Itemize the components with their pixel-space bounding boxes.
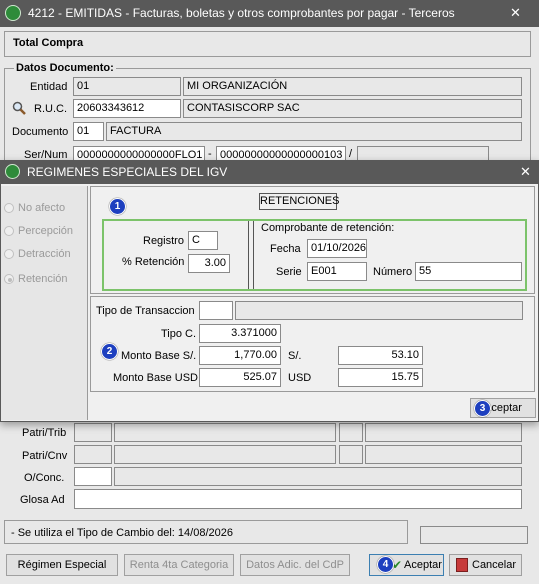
radio-retencion[interactable] (4, 274, 14, 284)
patri-cnv-label: Patri/Cnv (22, 450, 68, 462)
sernum-dash: - (208, 148, 212, 160)
serie-label: Serie (276, 266, 302, 278)
exit-icon (456, 558, 468, 572)
options-panel (1, 186, 88, 420)
soles-input[interactable]: 53.10 (338, 346, 423, 365)
patri-cnv-name-2 (365, 445, 522, 464)
documento-name-field: FACTURA (106, 122, 522, 141)
serie-retencion-input[interactable]: E001 (307, 262, 367, 281)
option-retencion[interactable]: Retención (4, 273, 84, 287)
regimen-especial-button[interactable]: Régimen Especial (6, 554, 118, 576)
usd-label: USD (288, 372, 312, 384)
total-compra-panel: Total Compra (4, 31, 531, 57)
renta-4ta-button[interactable]: Renta 4ta Categoria (124, 554, 234, 576)
patri-cnv-name (114, 445, 336, 464)
main-cancelar-button[interactable]: Cancelar (449, 554, 522, 576)
option-no-afecto-label: No afecto (18, 202, 66, 214)
dialog-title-bar[interactable]: REGIMENES ESPECIALES DEL IGV ✕ (0, 160, 539, 184)
entidad-label: Entidad (30, 81, 68, 93)
sernum-slash: / (349, 148, 353, 160)
total-compra-label: Total Compra (13, 37, 84, 49)
registro-divider (248, 221, 254, 289)
patri-cnv-code[interactable] (74, 445, 112, 464)
oconc-label: O/Conc. (24, 472, 65, 484)
main-window-title: 4212 - EMITIDAS - Facturas, boletas y ot… (28, 6, 455, 20)
fecha-label: Fecha (270, 243, 301, 255)
ruc-label: R.U.C. (34, 103, 67, 115)
option-percepcion-label: Percepción (18, 225, 74, 237)
patri-trib-label: Patri/Trib (22, 427, 67, 439)
option-detraccion-label: Detracción (18, 248, 71, 260)
tipo-transaccion-input[interactable] (199, 301, 233, 320)
monto-base-usd-input[interactable]: 525.07 (199, 368, 281, 387)
numero-retencion-input[interactable]: 55 (415, 262, 522, 281)
badge-4: 4 (377, 556, 394, 573)
status-panel: - Se utiliza el Tipo de Cambio del: 14/0… (4, 520, 408, 544)
status-extra-field (420, 526, 528, 544)
ruc-input[interactable]: 20603343612 (73, 99, 181, 118)
main-aceptar-label: Aceptar (404, 559, 442, 571)
retenciones-title: RETENCIONES (259, 193, 340, 210)
tipo-c-label: Tipo C. (161, 328, 197, 340)
retenciones-title-text: RETENCIONES (260, 195, 340, 207)
registro-input[interactable]: C (188, 231, 218, 250)
glosa-input[interactable] (74, 489, 522, 509)
dialog-logo-icon (5, 164, 20, 179)
monto-base-soles-label: Monto Base S/. (121, 350, 197, 362)
tipo-c-input[interactable]: 3.371000 (199, 324, 281, 343)
monto-base-usd-label: Monto Base USD (113, 372, 198, 384)
option-detraccion[interactable]: Detracción (4, 248, 84, 262)
main-title-bar[interactable]: 4212 - EMITIDAS - Facturas, boletas y ot… (0, 0, 539, 27)
main-close-icon[interactable]: ✕ (510, 5, 521, 21)
oconc-input[interactable] (74, 467, 112, 486)
glosa-label: Glosa Ad (20, 494, 65, 506)
tipo-transaccion-name (235, 301, 523, 320)
tipo-transaccion-label: Tipo de Transaccion (96, 305, 195, 317)
pct-retencion-input[interactable]: 3.00 (188, 254, 230, 273)
main-cancelar-label: Cancelar (472, 559, 517, 571)
radio-percepcion[interactable] (4, 226, 14, 236)
soles-label: S/. (288, 350, 302, 362)
patri-trib-name (114, 423, 336, 442)
patri-cnv-code-2[interactable] (339, 445, 363, 464)
dialog-close-icon[interactable]: ✕ (520, 164, 531, 180)
radio-no-afecto[interactable] (4, 203, 14, 213)
comprobante-label: Comprobante de retención: (261, 222, 395, 234)
monto-base-soles-input[interactable]: 1,770.00 (199, 346, 281, 365)
documento-label: Documento (12, 126, 69, 138)
datos-documento-label: Datos Documento: (14, 62, 116, 74)
usd-input[interactable]: 15.75 (338, 368, 423, 387)
pct-retencion-label: % Retención (122, 256, 185, 268)
app-logo-icon (5, 5, 21, 21)
dialog-title: REGIMENES ESPECIALES DEL IGV (27, 165, 228, 179)
entidad-code-field[interactable]: 01 (73, 77, 181, 96)
entidad-name-field: MI ORGANIZACIÓN (183, 77, 522, 96)
oconc-name (114, 467, 522, 486)
numero-label: Número (373, 266, 413, 278)
option-no-afecto[interactable]: No afecto (4, 202, 84, 216)
patri-trib-code-2[interactable] (339, 423, 363, 442)
fecha-input[interactable]: 01/10/2026 (307, 239, 367, 258)
badge-1: 1 (109, 198, 126, 215)
option-percepcion[interactable]: Percepción (4, 225, 84, 239)
search-icon[interactable] (12, 101, 26, 115)
registro-label: Registro (143, 235, 184, 247)
datos-adic-button[interactable]: Datos Adic. del CdP (240, 554, 350, 576)
patri-trib-code[interactable] (74, 423, 112, 442)
patri-trib-name-2 (365, 423, 522, 442)
documento-code-input[interactable]: 01 (73, 122, 104, 141)
status-text: - Se utiliza el Tipo de Cambio del: 14/0… (11, 527, 233, 539)
option-retencion-label: Retención (18, 273, 68, 285)
badge-2: 2 (101, 343, 118, 360)
radio-detraccion[interactable] (4, 249, 14, 259)
ruc-name-field: CONTASISCORP SAC (183, 99, 522, 118)
badge-3: 3 (474, 400, 491, 417)
